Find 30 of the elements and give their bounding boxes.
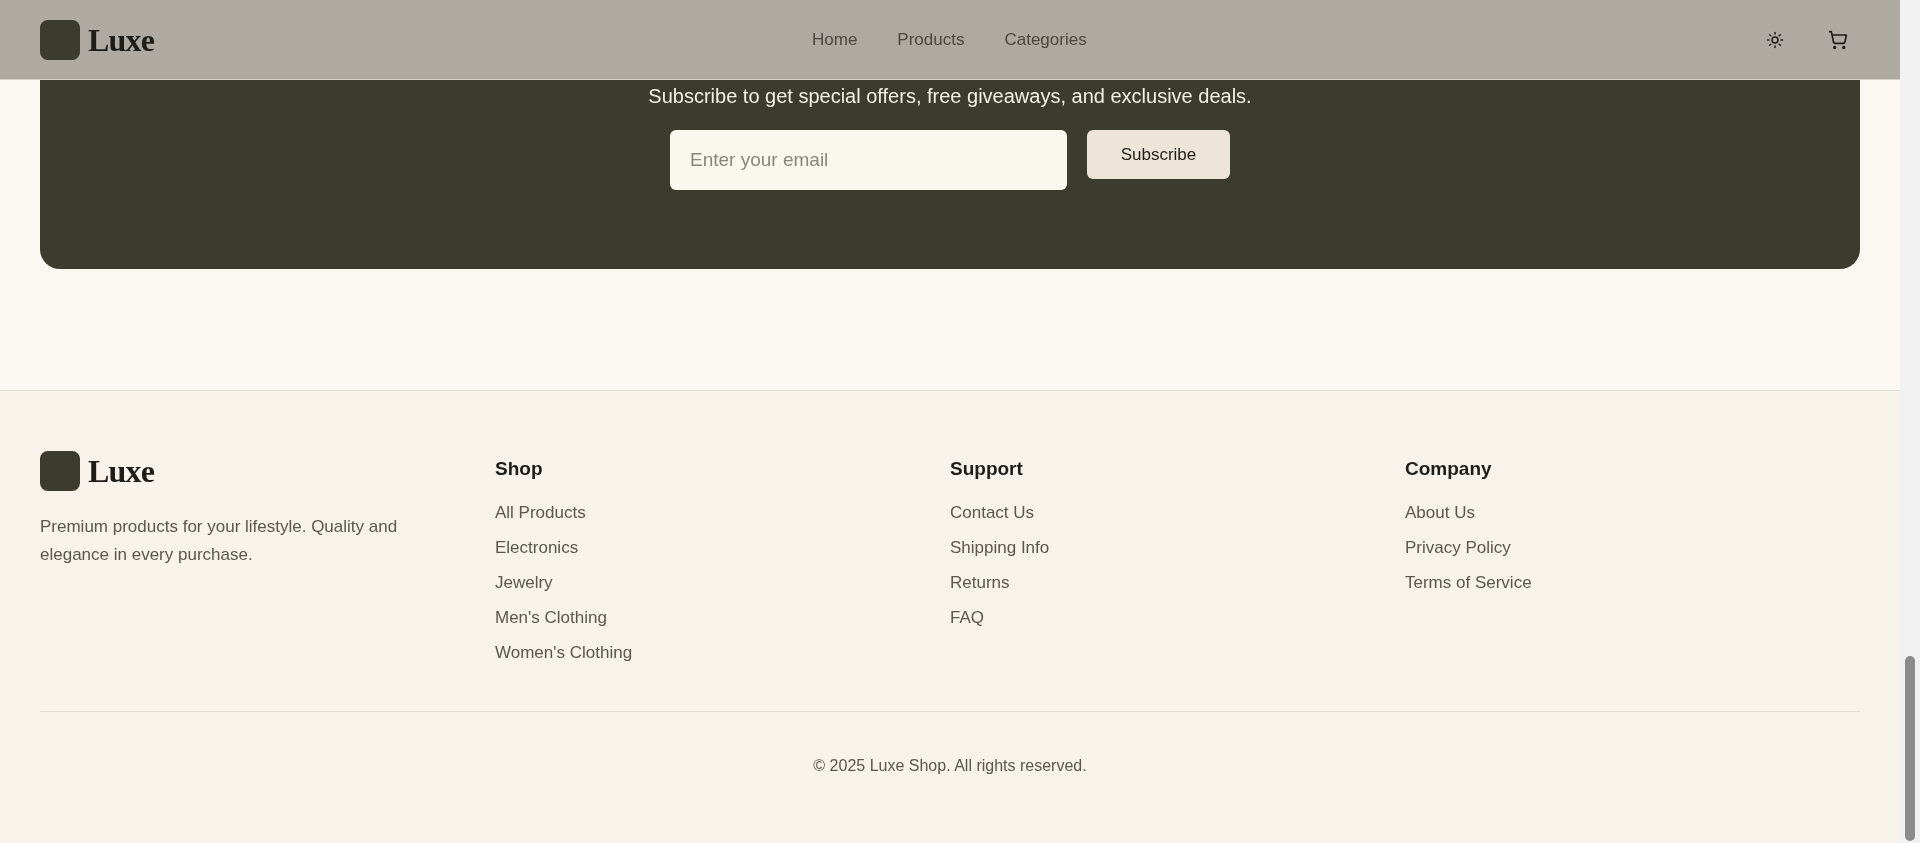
footer-heading: Support — [950, 457, 1024, 481]
footer-link[interactable]: FAQ — [950, 606, 984, 629]
footer-link[interactable]: Jewelry — [495, 571, 553, 594]
email-field[interactable]: Enter your email — [670, 130, 1067, 190]
subscribe-button[interactable]: Subscribe — [1087, 130, 1230, 179]
logo-icon — [40, 19, 80, 60]
logo-text: Luxe — [88, 455, 155, 487]
copyright-text: © 2025 Luxe Shop. All rights reserved. — [813, 755, 1087, 776]
footer-heading: Shop — [495, 457, 544, 481]
nav-link[interactable]: Products — [897, 26, 965, 53]
nav-link[interactable]: Categories — [1004, 26, 1087, 53]
footer-link[interactable]: Electronics — [495, 536, 579, 559]
newsletter-subtitle: Subscribe to get special offers, free giveaways, and exclusive deals. — [648, 84, 1252, 108]
footer-link[interactable]: Terms of Service — [1405, 571, 1532, 594]
nav-link[interactable]: Home — [812, 26, 858, 53]
footer-link[interactable]: All Products — [495, 501, 586, 524]
logo-icon — [40, 451, 80, 491]
footer-link[interactable]: Privacy Policy — [1405, 536, 1511, 559]
cart-icon — [1828, 29, 1848, 50]
footer-link[interactable]: Women's Clothing — [495, 641, 633, 664]
sun-icon — [1766, 30, 1784, 49]
footer-link[interactable]: Returns — [950, 571, 1010, 594]
footer-description: Premium products for your lifestyle. Quality and elegance in every purchase. — [40, 516, 399, 566]
footer-heading: Company — [1405, 457, 1493, 481]
logo-text: Luxe — [88, 23, 155, 56]
scrollbar-thumb[interactable] — [1905, 656, 1915, 841]
footer-link[interactable]: About Us — [1405, 501, 1475, 524]
footer-link[interactable]: Shipping Info — [950, 536, 1050, 559]
footer-link[interactable]: Men's Clothing — [495, 606, 607, 629]
footer-link[interactable]: Contact Us — [950, 501, 1035, 524]
